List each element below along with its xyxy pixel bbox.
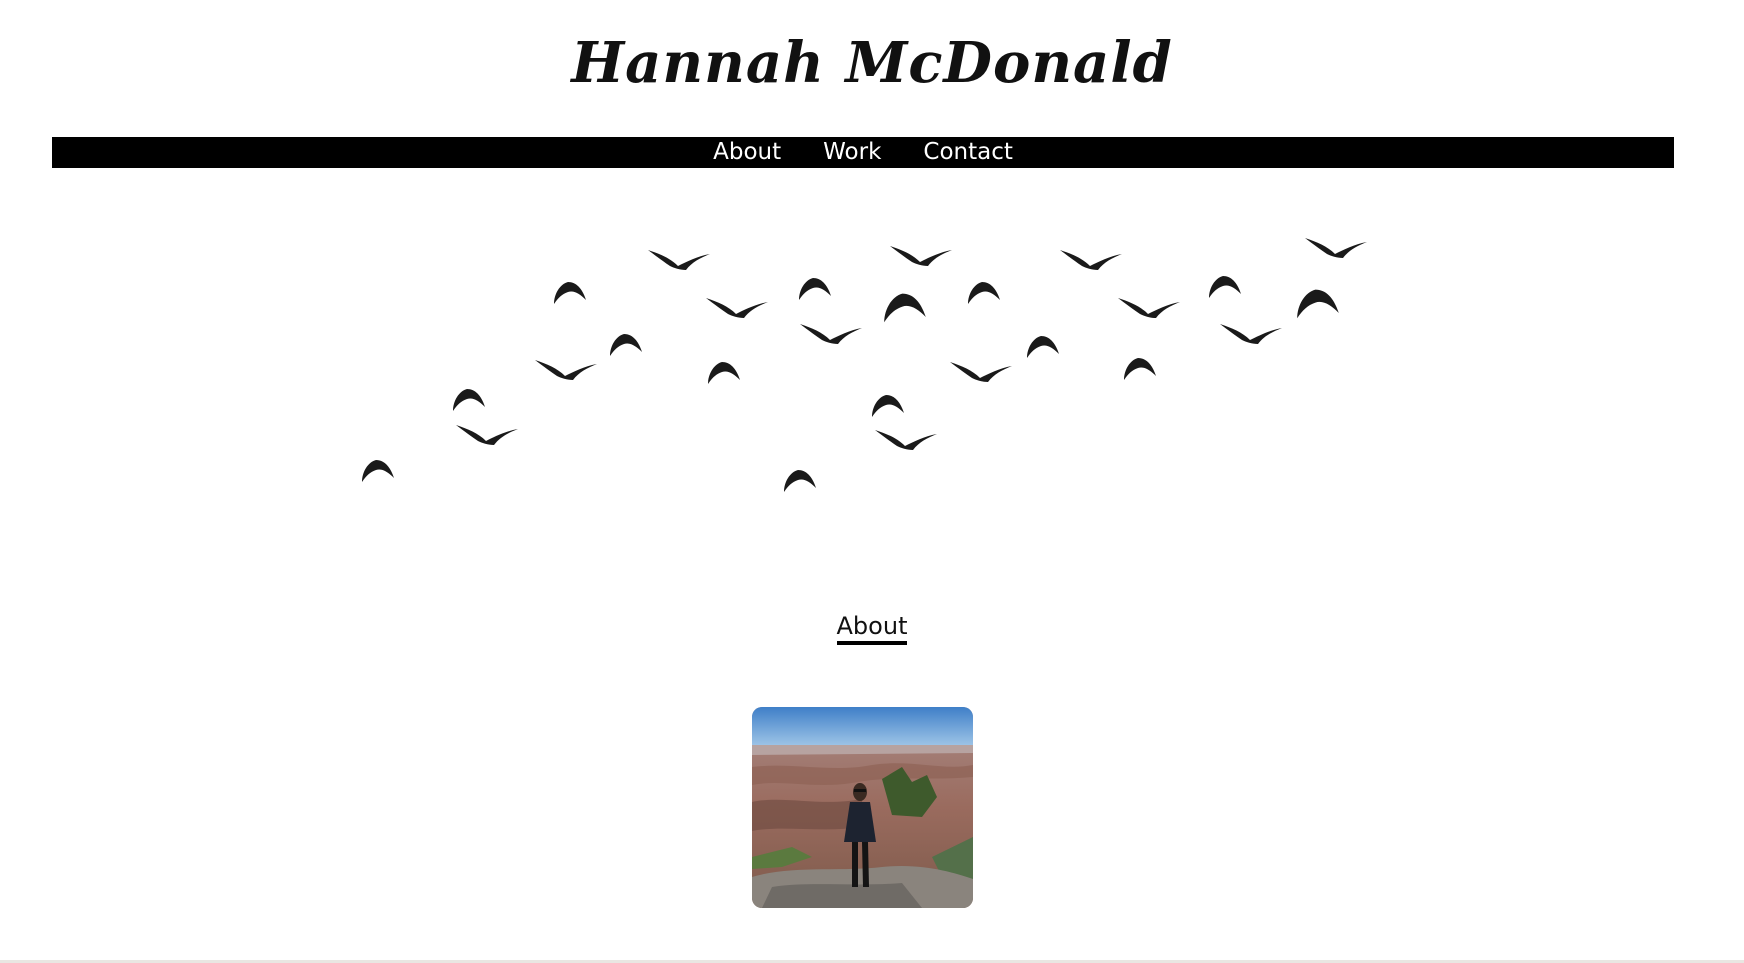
bird-icon	[1060, 250, 1122, 270]
nav-link-about[interactable]: About	[713, 137, 781, 168]
bird-icon	[554, 282, 586, 304]
bird-icon	[950, 362, 1012, 382]
bird-icon	[708, 362, 740, 384]
bird-icon	[875, 430, 937, 450]
site-title: Hannah McDonald	[571, 30, 1173, 96]
profile-photo	[752, 707, 973, 908]
bird-icon	[968, 282, 1000, 304]
bird-icon	[535, 360, 597, 380]
bird-icon	[1297, 289, 1339, 319]
bird-icon	[453, 389, 485, 411]
bird-icon	[706, 298, 768, 318]
bird-icon	[1027, 336, 1059, 358]
bird-icon	[456, 425, 518, 445]
grand-canyon-photo-image	[752, 707, 973, 908]
bird-icon	[362, 460, 394, 482]
bird-icon	[1118, 298, 1180, 318]
bird-icon	[1305, 238, 1367, 258]
bird-icon	[1220, 324, 1282, 344]
bird-icon	[800, 324, 862, 344]
bird-icon	[884, 293, 926, 323]
page: Hannah McDonald About Work Contact About	[0, 0, 1744, 963]
nav-link-contact[interactable]: Contact	[923, 137, 1012, 168]
bird-icon	[648, 250, 710, 270]
bird-icon	[799, 278, 831, 300]
bird-icon	[610, 334, 642, 356]
bird-icon	[1209, 276, 1241, 298]
bird-icon	[890, 246, 952, 266]
bird-icon	[784, 470, 816, 492]
nav-link-work[interactable]: Work	[823, 137, 881, 168]
nav-bar: About Work Contact	[52, 137, 1674, 168]
bird-icon	[872, 395, 904, 417]
flock-of-birds-illustration	[362, 238, 1367, 492]
about-heading-text: About	[836, 612, 908, 645]
about-heading: About	[0, 612, 1744, 645]
bird-icon	[1124, 358, 1156, 380]
